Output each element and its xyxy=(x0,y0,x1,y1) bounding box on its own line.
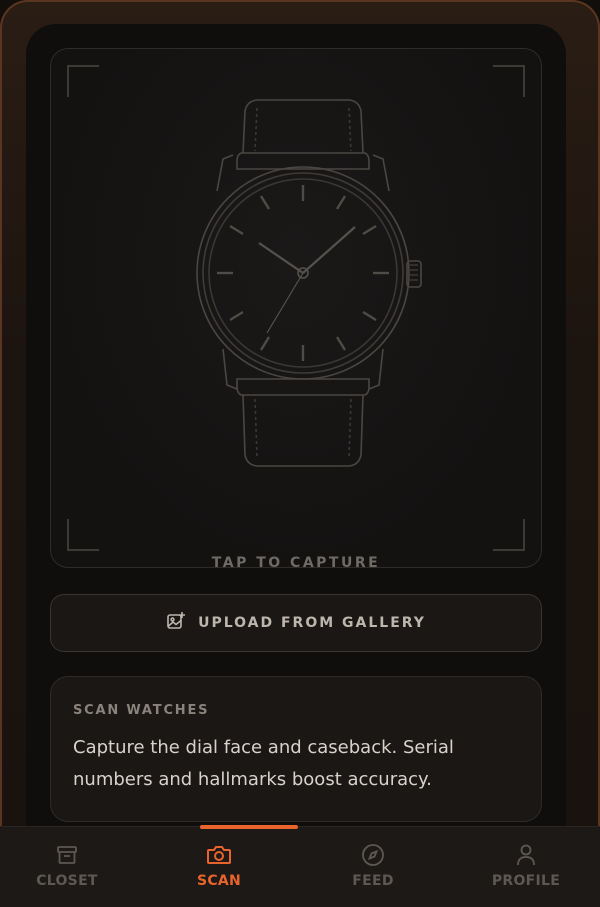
compass-icon xyxy=(361,843,385,867)
viewfinder-corner-bottom-left xyxy=(67,519,99,551)
device-frame: TAP TO CAPTURE UPLOAD FROM GALLERY SCAN … xyxy=(0,0,600,906)
tab-feed-label: FEED xyxy=(352,873,394,889)
capture-area[interactable]: TAP TO CAPTURE xyxy=(50,48,542,571)
user-icon xyxy=(515,843,537,867)
image-add-icon xyxy=(166,611,186,635)
upload-from-gallery-button[interactable]: UPLOAD FROM GALLERY xyxy=(50,594,542,652)
tab-feed[interactable]: FEED xyxy=(298,827,448,907)
scan-info-card: SCAN WATCHES Capture the dial face and c… xyxy=(50,676,542,822)
info-card-heading: SCAN WATCHES xyxy=(73,703,210,718)
watch-illustration xyxy=(196,99,422,467)
info-card-body: Capture the dial face and caseback. Seri… xyxy=(73,737,454,790)
tap-to-capture-label: TAP TO CAPTURE xyxy=(211,555,381,571)
viewfinder-corner-bottom-right xyxy=(493,519,525,551)
tab-scan-label: SCAN xyxy=(196,873,242,889)
viewfinder-corner-top-left xyxy=(67,65,99,97)
archive-box-icon xyxy=(56,843,78,867)
bottom-tab-bar: CLOSET SCAN FEED PROFILE xyxy=(0,825,600,907)
upload-from-gallery-label: UPLOAD FROM GALLERY xyxy=(198,615,426,631)
tab-closet-label: CLOSET xyxy=(36,873,98,889)
tab-scan[interactable]: SCAN xyxy=(144,827,294,907)
camera-icon xyxy=(206,843,232,867)
viewfinder-corner-top-right xyxy=(493,65,525,97)
tab-profile[interactable]: PROFILE xyxy=(451,827,600,907)
scan-screen: TAP TO CAPTURE UPLOAD FROM GALLERY SCAN … xyxy=(26,24,566,826)
tab-profile-label: PROFILE xyxy=(491,873,561,889)
tab-closet[interactable]: CLOSET xyxy=(0,827,142,907)
